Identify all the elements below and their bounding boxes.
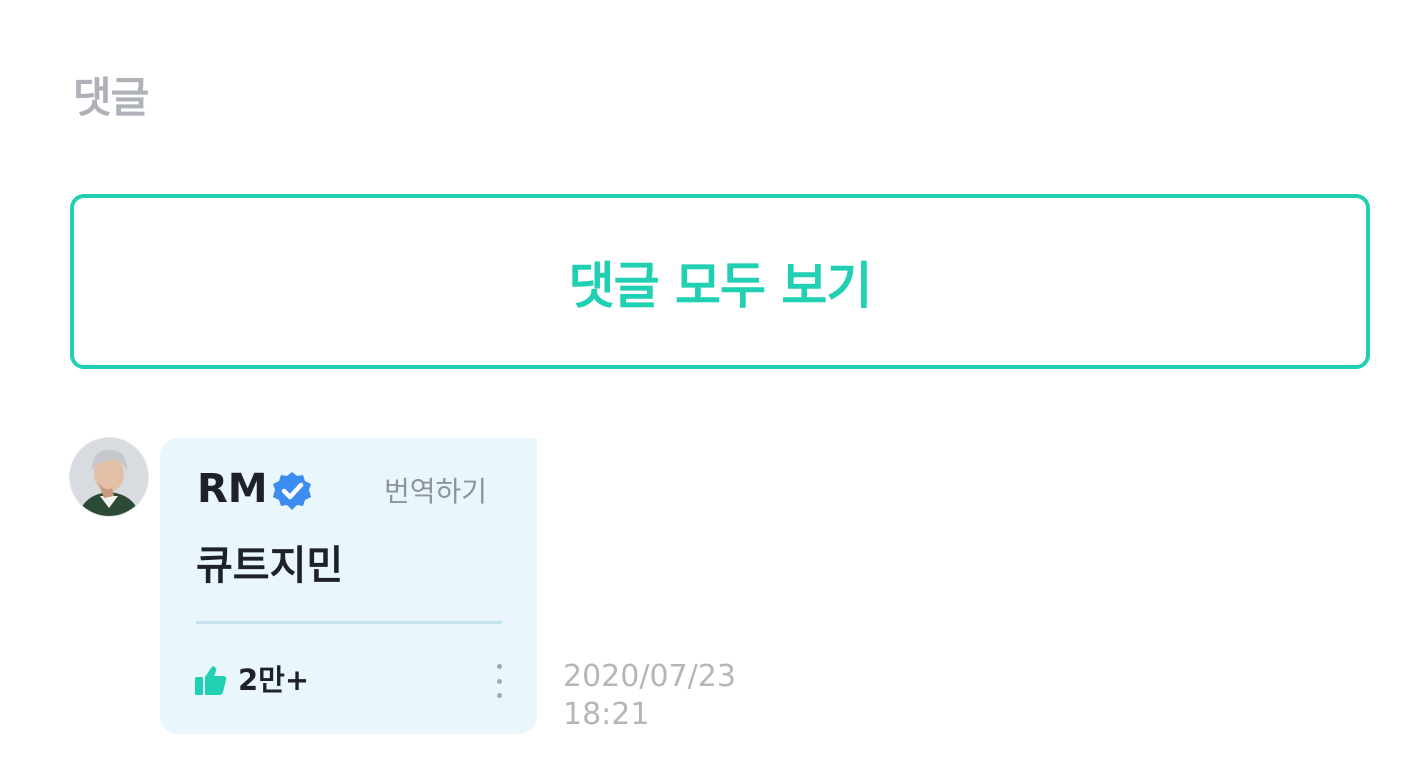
comment-text: 큐트지민 [196, 543, 344, 589]
view-all-comments-label: 댓글 모두 보기 [568, 256, 873, 315]
profile-photo [70, 438, 148, 516]
verified-badge-icon [273, 472, 311, 510]
avatar[interactable] [70, 438, 148, 516]
comments-section-title: 댓글 [73, 73, 149, 122]
translate-button[interactable]: 번역하기 [384, 474, 487, 510]
comment-timestamp: 2020/07/23 18:21 [563, 658, 736, 734]
comment-date: 2020/07/23 [563, 659, 736, 694]
comment-author[interactable]: RM [197, 465, 268, 513]
view-all-comments-button[interactable]: 댓글 모두 보기 [70, 194, 1370, 369]
thumbs-up-icon [195, 666, 227, 695]
vertical-ellipsis-icon[interactable] [487, 664, 511, 698]
comment-divider [196, 621, 502, 624]
comment-time: 18:21 [563, 697, 650, 732]
like-count: 2만+ [238, 663, 310, 697]
like-button[interactable]: 2만+ [194, 662, 309, 698]
comment-card: RM 번역하기 큐트지민 2만+ [160, 438, 537, 734]
